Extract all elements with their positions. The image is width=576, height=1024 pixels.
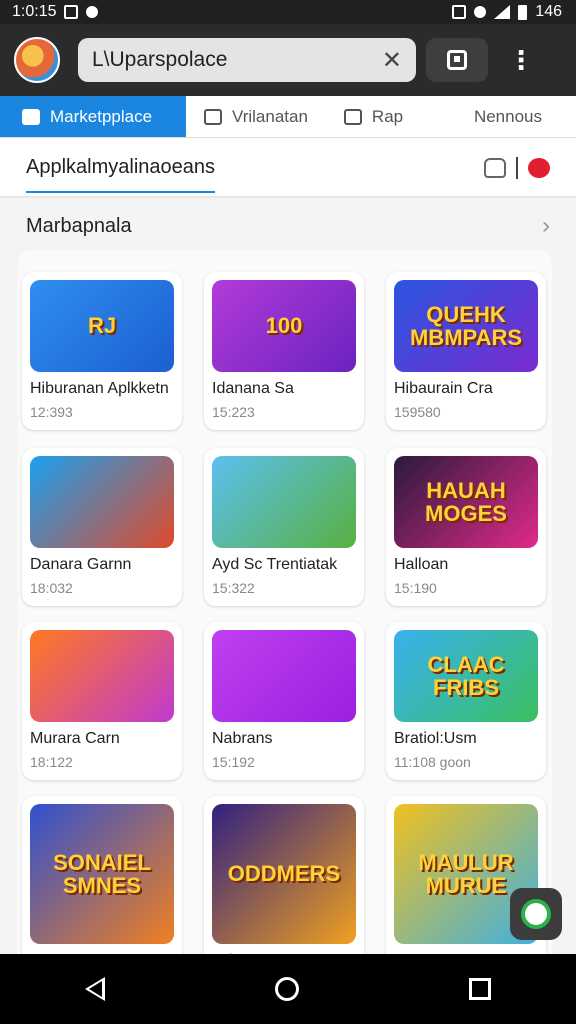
app-notification-icon xyxy=(86,6,99,18)
recent-apps-icon[interactable] xyxy=(469,978,491,1000)
tab-label: Marketpplace xyxy=(50,106,153,126)
app-title: Bratiol:Usm xyxy=(394,730,477,747)
app-thumbnail[interactable]: QUEHK MBMPARS xyxy=(394,280,538,372)
app-thumbnail[interactable] xyxy=(212,456,356,548)
app-meta: 18:032 xyxy=(30,580,73,596)
app-title: Murara Carn xyxy=(30,730,120,747)
app-thumbnail[interactable]: RJ xyxy=(30,280,174,372)
app-title: Hiburanan Aplkketn xyxy=(30,380,169,397)
app-card[interactable]: CLAAC FRIBS Bratiol:Usm 11:108 goon xyxy=(386,622,546,780)
tabs-icon xyxy=(447,50,467,70)
app-thumbnail[interactable]: SONAIEL SMNES xyxy=(30,804,174,944)
app-meta: 15:192 xyxy=(212,754,255,770)
system-nav-bar xyxy=(0,954,576,1024)
app-grid: RJ Hiburanan Aplkketn 12:393 100 Idanana Sa 1… xyxy=(18,250,552,1002)
category-tabs: Marketpplace Vrilanatan Rap Nennous xyxy=(0,96,576,138)
subheader: Applkalmyalinaoeans xyxy=(0,140,576,198)
app-thumbnail[interactable]: CLAAC FRIBS xyxy=(394,630,538,722)
app-card[interactable]: Nabrans 15:192 xyxy=(204,622,364,780)
more-menu-icon[interactable]: ⋮ xyxy=(508,47,534,73)
app-thumbnail[interactable] xyxy=(30,456,174,548)
divider xyxy=(516,157,518,179)
app-meta: 15:223 xyxy=(212,404,255,420)
app-card[interactable]: SONAIEL SMNES xyxy=(22,796,182,968)
app-title: Ayd Sc Trentiatak xyxy=(212,556,338,573)
battery-icon xyxy=(518,4,528,20)
notification-icon xyxy=(64,5,79,19)
status-bar: 1:0:15 146 xyxy=(0,0,576,24)
app-meta: 159580 xyxy=(394,404,441,420)
app-meta: 11:108 goon xyxy=(394,754,471,770)
tab-rap[interactable]: Rap xyxy=(326,96,421,137)
section-header[interactable]: Marbapnala › xyxy=(26,212,550,240)
app-card[interactable]: Murara Carn 18:122 xyxy=(22,622,182,780)
tab-label: Nennous xyxy=(473,106,542,126)
app-card[interactable]: QUEHK MBMPARS Hibaurain Cra 159580 xyxy=(386,272,546,430)
app-card[interactable]: Danara Garnn 18:032 xyxy=(22,448,182,606)
app-title: Nabrans xyxy=(212,730,273,747)
tab-marketplace[interactable]: Marketpplace xyxy=(0,96,186,137)
app-card[interactable]: MAULUR MURUE xyxy=(386,796,546,968)
notification-bell-icon[interactable] xyxy=(484,158,506,178)
url-bar[interactable]: L\Uparspolace ✕ xyxy=(78,38,416,82)
app-meta: 15:190 xyxy=(394,580,437,596)
wifi-icon xyxy=(494,5,511,19)
app-card[interactable]: RJ Hiburanan Aplkketn 12:393 xyxy=(22,272,182,430)
tab-label: Rap xyxy=(371,106,404,126)
heart-icon xyxy=(521,899,551,929)
status-right-text: 146 xyxy=(535,3,562,20)
status-time: 1:0:15 xyxy=(12,3,57,20)
app-meta: 12:393 xyxy=(30,404,73,420)
bug-icon[interactable] xyxy=(528,158,550,178)
page-title: Applkalmyalinaoeans xyxy=(26,156,216,193)
app-card[interactable]: HAUAH MOGES Halloan 15:190 xyxy=(386,448,546,606)
tabs-button[interactable] xyxy=(426,38,488,82)
app-title: Hibaurain Cra xyxy=(394,380,493,397)
app-meta: 15:322 xyxy=(212,580,255,596)
url-text[interactable]: L\Uparspolace xyxy=(92,48,227,72)
section-title: Marbapnala xyxy=(26,214,132,237)
browser-toolbar: L\Uparspolace ✕ ⋮ xyxy=(0,24,576,96)
marketplace-icon xyxy=(22,108,40,125)
back-icon[interactable] xyxy=(85,977,105,1001)
avatar[interactable] xyxy=(14,37,60,83)
nfc-icon xyxy=(452,5,467,19)
square-icon xyxy=(343,108,362,125)
app-thumbnail[interactable]: HAUAH MOGES xyxy=(394,456,538,548)
content-area: Marbapnala › RJ Hiburanan Aplkketn 12:393 1… xyxy=(0,198,576,1002)
list-icon xyxy=(204,108,222,125)
app-card[interactable]: 100 Idanana Sa 15:223 xyxy=(204,272,364,430)
app-thumbnail[interactable]: ODDMERS xyxy=(212,804,356,944)
app-thumbnail[interactable]: 100 xyxy=(212,280,356,372)
clear-icon[interactable]: ✕ xyxy=(382,46,402,75)
tab-nennous[interactable]: Nennous xyxy=(456,96,576,137)
floating-action-button[interactable] xyxy=(510,888,562,940)
app-thumbnail[interactable] xyxy=(30,630,174,722)
home-icon[interactable] xyxy=(275,977,299,1001)
app-card[interactable]: Ayd Sc Trentiatak 15:322 xyxy=(204,448,364,606)
chevron-right-icon[interactable]: › xyxy=(542,212,550,240)
tab-vrilanatan[interactable]: Vrilanatan xyxy=(186,96,326,137)
app-title: Idanana Sa xyxy=(212,380,294,397)
app-title: Halloan xyxy=(394,556,449,573)
app-thumbnail[interactable] xyxy=(212,630,356,722)
alarm-icon xyxy=(474,6,487,18)
app-title: Danara Garnn xyxy=(30,556,132,573)
tab-label: Vrilanatan xyxy=(232,106,308,126)
app-meta: 18:122 xyxy=(30,754,73,770)
